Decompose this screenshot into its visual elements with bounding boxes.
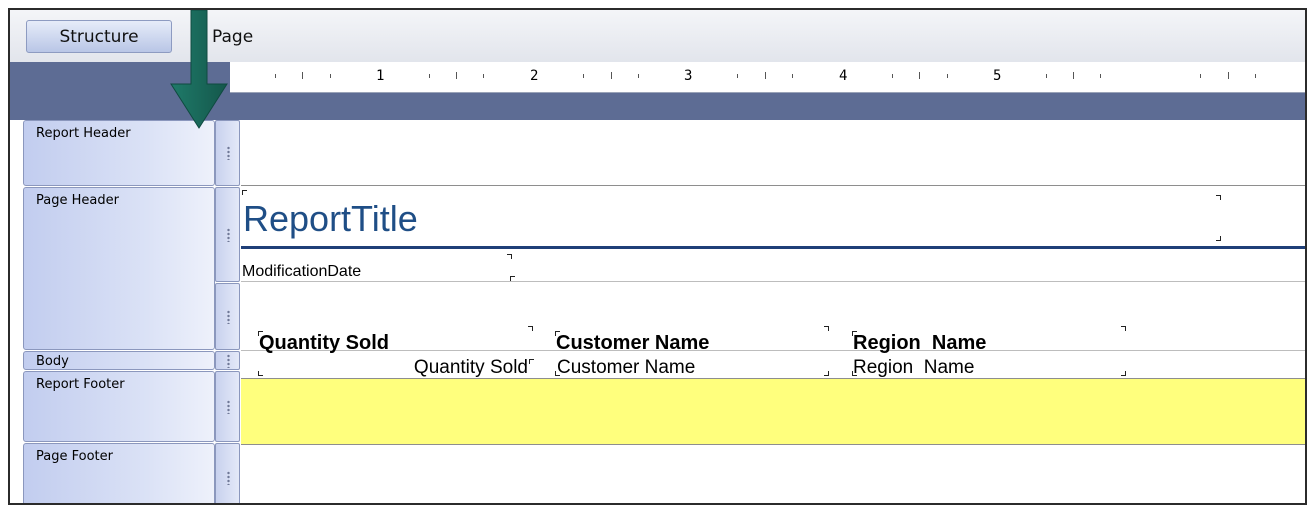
- grip-icon: [226, 471, 230, 485]
- section-resize-handle[interactable]: [215, 371, 240, 442]
- ruler-tick: [1100, 74, 1101, 78]
- section-label-page-footer[interactable]: Page Footer: [23, 443, 215, 503]
- selection-marker: [555, 331, 560, 336]
- ruler-tick: [737, 74, 738, 78]
- selection-marker: [528, 326, 533, 331]
- selection-marker: [1216, 236, 1221, 241]
- ruler-number: 2: [530, 68, 539, 84]
- ruler-tick: [1255, 74, 1256, 78]
- section-resize-handle[interactable]: [215, 283, 240, 350]
- section-resize-handle[interactable]: [215, 443, 240, 503]
- ruler-tick: [1200, 74, 1201, 78]
- section-divider: [241, 350, 1305, 351]
- report-footer-area[interactable]: [241, 378, 1305, 444]
- column-header-quantity-sold[interactable]: Quantity Sold: [259, 332, 389, 355]
- ruler-tick: [483, 74, 484, 78]
- selection-marker: [242, 190, 247, 195]
- section-resize-handle[interactable]: [215, 351, 240, 370]
- column-header-customer-name[interactable]: Customer Name: [556, 332, 709, 355]
- ruler-number: 3: [684, 68, 693, 84]
- ruler-tick: [1073, 72, 1074, 79]
- column-header-region-name[interactable]: Region Name: [853, 332, 986, 355]
- selection-marker: [1216, 195, 1221, 200]
- selection-marker: [258, 371, 263, 376]
- report-designer: Structure Page 1 2 3 4 5 Report Header P…: [8, 8, 1307, 505]
- ruler-tick: [456, 72, 457, 79]
- tab-structure[interactable]: Structure: [26, 20, 172, 53]
- body-field-region-name[interactable]: Region Name: [853, 357, 974, 379]
- ruler-tick: [638, 74, 639, 78]
- ruler-tick: [583, 74, 584, 78]
- selection-marker: [555, 371, 560, 376]
- selection-marker: [824, 371, 829, 376]
- selection-marker: [258, 331, 263, 336]
- title-underline: [241, 246, 1305, 249]
- arrow-down-icon: [170, 10, 228, 129]
- ruler-tick: [611, 72, 612, 79]
- ruler-tick: [892, 74, 893, 78]
- ruler-tick: [1228, 72, 1229, 79]
- section-divider: [241, 281, 1305, 282]
- section-label-body[interactable]: Body: [23, 351, 215, 370]
- section-label-report-footer[interactable]: Report Footer: [23, 371, 215, 442]
- grip-icon: [226, 353, 230, 368]
- section-resize-handle[interactable]: [215, 187, 240, 282]
- selection-marker: [1121, 371, 1126, 376]
- ruler-tick: [765, 72, 766, 79]
- ruler-tick: [302, 72, 303, 79]
- ruler-tick: [330, 74, 331, 78]
- grip-icon: [226, 399, 230, 414]
- ruler-tick: [947, 74, 948, 78]
- report-header-area[interactable]: [241, 120, 1305, 186]
- body-field-quantity-sold[interactable]: Quantity Sold: [259, 357, 528, 379]
- ruler-tick: [1046, 74, 1047, 78]
- ruler-tick: [792, 74, 793, 78]
- ruler-number: 5: [993, 68, 1002, 84]
- selection-marker: [824, 326, 829, 331]
- section-divider: [241, 444, 1305, 445]
- grip-icon: [226, 309, 230, 324]
- section-label-page-header[interactable]: Page Header: [23, 187, 215, 350]
- ruler-tick: [919, 72, 920, 79]
- modification-date-field[interactable]: ModificationDate: [242, 263, 361, 281]
- ruler-tick: [429, 74, 430, 78]
- selection-marker: [852, 371, 857, 376]
- selection-marker: [507, 254, 512, 259]
- horizontal-ruler: 1 2 3 4 5: [230, 62, 1305, 93]
- grip-icon: [226, 227, 230, 242]
- selection-marker: [529, 359, 534, 364]
- report-title-field[interactable]: ReportTitle: [243, 198, 418, 240]
- section-divider: [241, 185, 1305, 186]
- ruler-number: 4: [839, 68, 848, 84]
- ruler-tick: [275, 74, 276, 78]
- selection-marker: [510, 276, 515, 281]
- grip-icon: [226, 146, 230, 160]
- selection-marker: [1121, 326, 1126, 331]
- ruler-number: 1: [376, 68, 385, 84]
- selection-marker: [852, 331, 857, 336]
- body-field-customer-name[interactable]: Customer Name: [557, 357, 695, 379]
